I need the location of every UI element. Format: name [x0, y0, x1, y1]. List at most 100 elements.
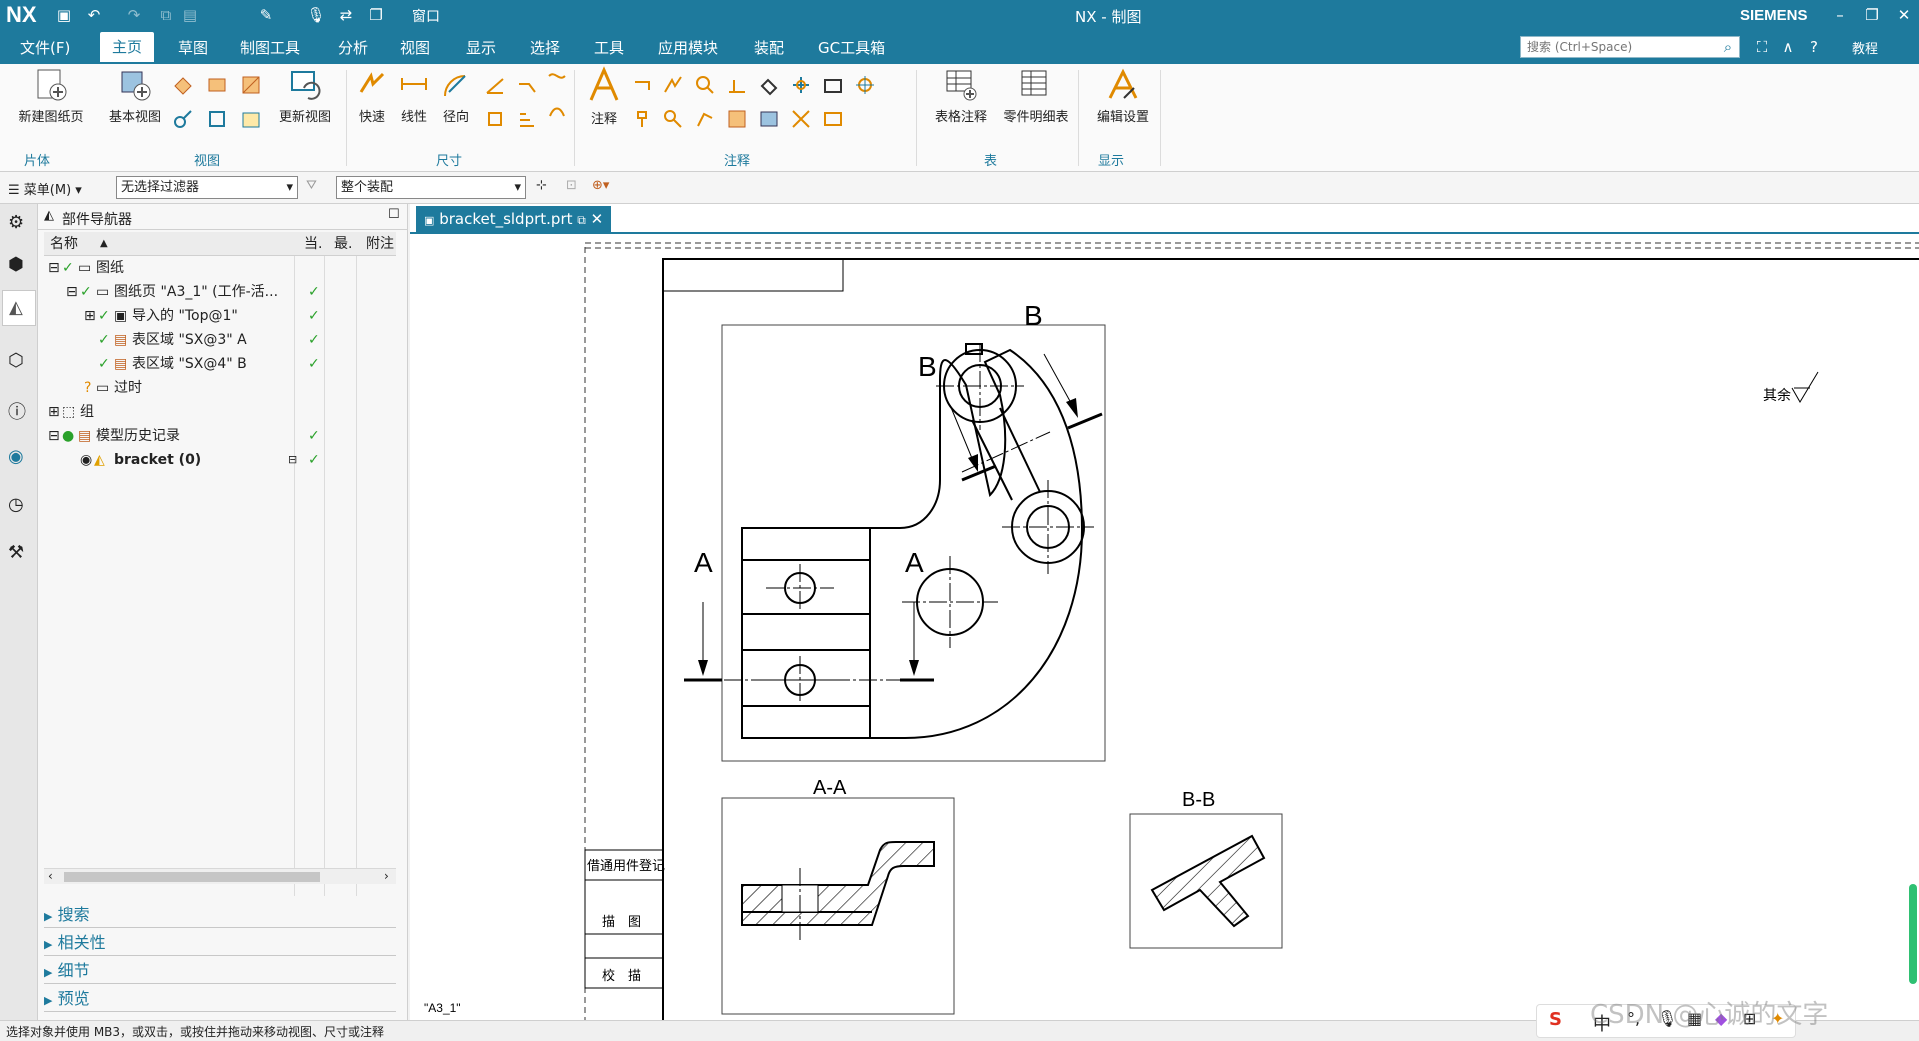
update-view-button[interactable]: 更新视图	[274, 68, 336, 125]
ordinate-dimension-icon[interactable]	[516, 108, 538, 130]
menu-sketch[interactable]: 草图	[178, 37, 208, 58]
menu-analysis[interactable]: 分析	[338, 37, 368, 58]
fullscreen-icon[interactable]: ⛶	[1752, 37, 1772, 57]
paste-icon[interactable]: ▤	[180, 5, 200, 25]
surface-finish-note[interactable]: 其余	[1763, 371, 1819, 404]
menu-assembly[interactable]: 装配	[754, 37, 784, 58]
window-icon[interactable]: ❐	[366, 5, 386, 25]
view-break-icon[interactable]	[172, 108, 194, 130]
section-view-bb[interactable]: B-B	[1129, 789, 1283, 949]
leader-icon[interactable]	[662, 108, 684, 130]
tab-close-icon[interactable]: ✕	[591, 210, 604, 228]
id-symbol-icon[interactable]	[632, 108, 654, 130]
datum-target-icon[interactable]	[694, 74, 716, 96]
history-icon[interactable]: ◷	[8, 494, 30, 516]
new-sheet-button[interactable]: 新建图纸页	[10, 68, 92, 125]
break-out-section-icon[interactable]	[240, 108, 262, 130]
undo-icon[interactable]: ↶	[84, 5, 104, 25]
accordion-details[interactable]: ▶ 细节	[44, 958, 396, 984]
accordion-preview[interactable]: ▶ 预览	[44, 986, 396, 1012]
tree-row-model-history[interactable]: ⊟ ● ▤ 模型历史记录 ✓	[44, 424, 396, 448]
search-icon[interactable]: ⌕	[1718, 37, 1738, 57]
tree-row-table-sx4[interactable]: ✓ ▤ 表区域 "SX@4" B ✓	[44, 352, 396, 376]
quick-dimension-button[interactable]: 快速	[352, 68, 392, 125]
web-browser-icon[interactable]: ◉	[8, 446, 30, 468]
angular-dimension-icon[interactable]	[484, 74, 506, 96]
base-view-button[interactable]: 基本视图	[104, 68, 166, 125]
col-current[interactable]: 当.	[304, 232, 322, 256]
filter-icon[interactable]: ⛛	[306, 178, 328, 200]
window-menu[interactable]: 窗口	[412, 6, 440, 26]
parts-list-button[interactable]: 零件明细表	[998, 68, 1074, 125]
col-note[interactable]: 附注	[366, 232, 394, 256]
help-tutorial[interactable]: 教程	[1852, 38, 1878, 57]
scrollbar-thumb[interactable]	[64, 872, 320, 882]
switch-window-icon[interactable]: ⇄	[336, 5, 356, 25]
graphics-window[interactable]: ▣ bracket_sldprt.prt ⧉ ✕ 借通用件登记 描 图 校 描	[410, 204, 1919, 1020]
radial-dimension-button[interactable]: 径向	[436, 68, 476, 125]
settings-icon[interactable]: ⚙	[8, 212, 30, 234]
tree-row-imported-view[interactable]: ⊞ ✓ ▣ 导入的 "Top@1" ✓	[44, 304, 396, 328]
menu-application[interactable]: 应用模块	[658, 37, 718, 58]
accordion-search[interactable]: ▶ 搜索	[44, 902, 396, 928]
edit-settings-button[interactable]: 编辑设置	[1088, 68, 1158, 125]
symbol-note-icon[interactable]	[822, 74, 844, 96]
type-filter-select[interactable]: 无选择过滤器 ▾	[116, 176, 298, 199]
menu-button[interactable]: ☰ 菜单(M) ▾	[8, 179, 82, 198]
tree-row-outdated[interactable]: ? ▭ 过时	[44, 376, 396, 400]
menu-tools[interactable]: 工具	[594, 37, 624, 58]
help-icon[interactable]: ?	[1804, 37, 1824, 57]
menu-file[interactable]: 文件(F)	[20, 37, 70, 58]
roles-icon[interactable]: ⚒	[8, 542, 30, 564]
save-icon[interactable]: ▣	[54, 5, 74, 25]
scroll-left-icon[interactable]: ‹	[48, 869, 53, 883]
cross-hatch-icon[interactable]	[790, 108, 812, 130]
tab-popout-icon[interactable]: ⧉	[577, 213, 586, 227]
microphone-icon[interactable]: 🎙	[306, 5, 326, 25]
tree-row-group[interactable]: ⊞ ⬚ 组	[44, 400, 396, 424]
drawing-sheet[interactable]: 借通用件登记 描 图 校 描 A A B B A-A B-B 其余 "A3_1"	[410, 234, 1919, 1020]
accordion-dependencies[interactable]: ▶ 相关性	[44, 930, 396, 956]
note-button[interactable]: 注释	[580, 66, 628, 127]
menu-drafting-tools[interactable]: 制图工具	[240, 37, 300, 58]
chevron-up-icon[interactable]: ∧	[1778, 37, 1798, 57]
section-view-aa[interactable]: A-A	[721, 777, 955, 1015]
restore-icon[interactable]: ❐	[1862, 5, 1882, 25]
minimize-icon[interactable]: –	[1830, 5, 1850, 25]
table-note-button[interactable]: 表格注释	[928, 68, 994, 125]
annotation-quick-icon[interactable]: ✎	[256, 5, 276, 25]
constraint-navigator-icon[interactable]: ⬡	[8, 350, 30, 372]
menu-select[interactable]: 选择	[530, 37, 560, 58]
target-point-icon[interactable]	[790, 74, 812, 96]
snap-options-icon[interactable]: ⊕▾	[592, 178, 614, 200]
scroll-right-icon[interactable]: ›	[384, 869, 389, 883]
part-navigator-tab[interactable]: ◭	[2, 290, 36, 326]
tree-row-drawing[interactable]: ⊟ ✓ ▭ 图纸	[44, 256, 396, 280]
projected-view-icon[interactable]	[172, 74, 194, 96]
assembly-navigator-icon[interactable]: ⬢	[8, 254, 30, 276]
menu-view[interactable]: 视图	[400, 37, 430, 58]
thickness-dimension-icon[interactable]	[546, 68, 568, 90]
arc-length-icon[interactable]	[484, 108, 506, 130]
top-view[interactable]: A A B B	[684, 300, 1106, 762]
chamfer-dimension-icon[interactable]	[516, 74, 538, 96]
half-section-icon[interactable]	[206, 108, 228, 130]
menu-display[interactable]: 显示	[466, 37, 496, 58]
perimeter-dimension-icon[interactable]	[546, 98, 568, 120]
balloon-icon[interactable]	[694, 108, 716, 130]
vertical-scrollbar[interactable]	[1909, 884, 1917, 984]
command-search-input[interactable]	[1520, 36, 1740, 58]
section-view-icon[interactable]	[206, 74, 228, 96]
feature-control-frame-icon[interactable]	[632, 74, 654, 96]
document-tab[interactable]: ▣ bracket_sldprt.prt ⧉ ✕	[416, 206, 612, 232]
select-mode-icon[interactable]: ⊹	[536, 178, 558, 200]
horizontal-scrollbar[interactable]: ‹ ›	[44, 868, 396, 884]
maximize-panel-icon[interactable]: ☐	[388, 207, 400, 222]
copy-icon[interactable]: ⧉	[156, 5, 176, 25]
tree-row-table-sx3[interactable]: ✓ ▤ 表区域 "SX@3" A ✓	[44, 328, 396, 352]
snap-icon[interactable]: ⊡	[566, 178, 588, 200]
info-icon[interactable]: ⓘ	[8, 398, 30, 423]
surface-finish-icon[interactable]	[726, 74, 748, 96]
redo-icon[interactable]: ↷	[124, 5, 144, 25]
col-latest[interactable]: 最.	[334, 232, 352, 256]
